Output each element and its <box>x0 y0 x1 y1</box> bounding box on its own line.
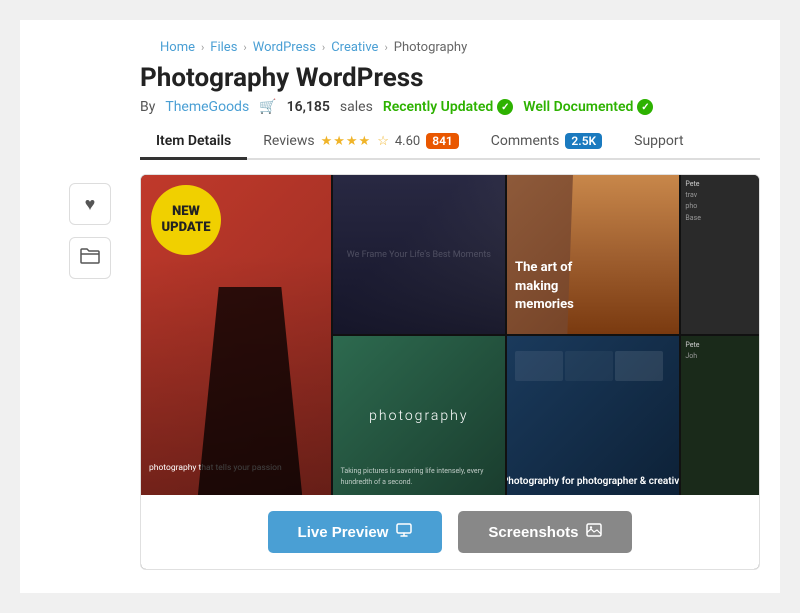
recently-updated-badge: Recently Updated ✓ <box>383 99 513 115</box>
mosaic-cell-far-right-bot: Pete Joh <box>681 336 759 495</box>
rating-number: 4.60 <box>395 134 420 149</box>
live-preview-label: Live Preview <box>298 524 389 541</box>
mosaic-col-mid: We Frame Your Life's Best Moments photog… <box>333 175 505 495</box>
breadcrumb-home[interactable]: Home <box>160 40 195 55</box>
sales-label: sales <box>340 99 373 115</box>
main-content: ♥ Photography WordPress By ThemeGoods <box>20 63 780 570</box>
preview-container: NEW UPDATE photography that tells your p… <box>140 174 760 570</box>
page-title: Photography WordPress <box>140 63 760 93</box>
tab-comments-label: Comments <box>491 133 560 149</box>
tab-comments[interactable]: Comments 2.5K <box>475 125 618 160</box>
heart-icon: ♥ <box>85 194 96 215</box>
breadcrumb-wordpress[interactable]: WordPress <box>253 40 316 55</box>
sidebar-item-list-bot: Pete Joh <box>685 340 755 362</box>
art-memories-text: The art of making memories <box>515 259 574 314</box>
sidebar-item-list-top: Pete trav pho Base <box>685 179 755 224</box>
tabs: Item Details Reviews ★★★★ ☆ 4.60 841 Com… <box>140 125 760 160</box>
breadcrumb-sep-3: › <box>322 41 325 54</box>
author-label: By <box>140 99 155 115</box>
folder-icon <box>80 247 100 270</box>
woman-silhouette <box>567 175 679 334</box>
screenshots-label: Screenshots <box>488 524 578 541</box>
mosaic-cell-mid-top: We Frame Your Life's Best Moments <box>333 175 505 334</box>
sidebar: ♥ <box>40 63 140 570</box>
mosaic-cell-mid-bot: photography Taking pictures is savoring … <box>333 336 505 495</box>
preview-mosaic: NEW UPDATE photography that tells your p… <box>141 175 759 495</box>
new-badge-line2: UPDATE <box>162 220 211 236</box>
well-documented-badge: Well Documented ✓ <box>523 99 653 115</box>
heart-button[interactable]: ♥ <box>69 183 111 225</box>
bottom-photography-text: Photography for photographer & creative <box>507 476 679 487</box>
cart-icon: 🛒 <box>259 99 276 115</box>
content-area: Photography WordPress By ThemeGoods 🛒 16… <box>140 63 760 570</box>
taking-pictures-text: Taking pictures is savoring life intense… <box>341 466 501 487</box>
tab-item-details[interactable]: Item Details <box>140 125 247 160</box>
mosaic-cell-left: NEW UPDATE photography that tells your p… <box>141 175 331 495</box>
stars-icon: ★★★★ <box>321 134 372 149</box>
updated-check-icon: ✓ <box>497 99 513 115</box>
tab-item-details-label: Item Details <box>156 133 231 149</box>
breadcrumb-sep-1: › <box>201 41 204 54</box>
mosaic-cell-right-top: The art of making memories <box>507 175 679 334</box>
meta-row: By ThemeGoods 🛒 16,185 sales Recently Up… <box>140 99 760 115</box>
new-update-badge: NEW UPDATE <box>151 185 221 255</box>
tab-reviews-label: Reviews <box>263 133 314 149</box>
breadcrumb-files[interactable]: Files <box>210 40 237 55</box>
recently-updated-text: Recently Updated <box>383 99 493 115</box>
breadcrumb-creative[interactable]: Creative <box>331 40 378 55</box>
mosaic-col-right: The art of making memories Photography f… <box>507 175 679 495</box>
tab-support-label: Support <box>634 133 683 149</box>
tab-support[interactable]: Support <box>618 125 699 160</box>
new-badge-line1: NEW <box>172 204 200 220</box>
tab-reviews[interactable]: Reviews ★★★★ ☆ 4.60 841 <box>247 125 475 160</box>
half-star-icon: ☆ <box>377 134 389 149</box>
monitor-icon <box>396 523 412 541</box>
breadcrumb-sep-2: › <box>243 41 246 54</box>
sales-count: 16,185 <box>287 99 330 115</box>
mosaic-cell-right-bot: Photography for photographer & creative <box>507 336 679 495</box>
page-wrapper: Home › Files › WordPress › Creative › Ph… <box>20 20 780 593</box>
mosaic-cell-far-right-top: Pete trav pho Base <box>681 175 759 334</box>
breadcrumb-sep-4: › <box>384 41 387 54</box>
well-documented-text: Well Documented <box>523 99 633 115</box>
live-preview-button[interactable]: Live Preview <box>268 511 443 553</box>
mosaic-col-far-right: Pete trav pho Base Pete Joh <box>681 175 759 495</box>
image-icon <box>586 523 602 541</box>
preview-actions: Live Preview Screenshots <box>141 495 759 569</box>
breadcrumb-current: Photography <box>394 40 467 55</box>
author-link[interactable]: ThemeGoods <box>165 99 249 115</box>
comments-count-badge: 2.5K <box>565 133 602 149</box>
folder-button[interactable] <box>69 237 111 279</box>
reviews-count-badge: 841 <box>426 133 459 149</box>
photography-center-text: photography <box>369 408 468 424</box>
breadcrumb: Home › Files › WordPress › Creative › Ph… <box>20 40 780 63</box>
documented-check-icon: ✓ <box>637 99 653 115</box>
screenshots-button[interactable]: Screenshots <box>458 511 632 553</box>
title-section: Photography WordPress By ThemeGoods 🛒 16… <box>140 63 760 115</box>
